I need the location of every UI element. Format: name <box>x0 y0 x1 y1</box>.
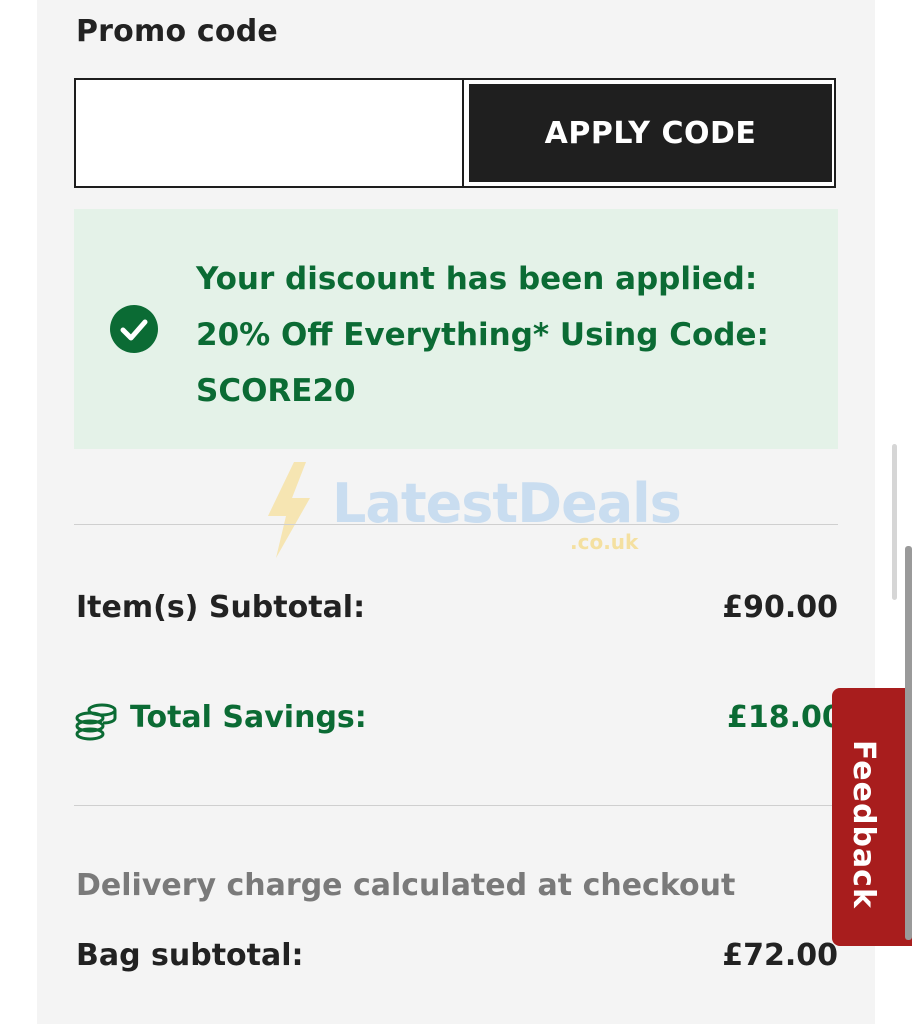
bag-subtotal-label: Bag subtotal: <box>76 938 304 973</box>
discount-message: Your discount has been applied: 20% Off … <box>196 261 769 409</box>
bag-subtotal-value: £72.00 <box>722 938 838 973</box>
check-circle-icon <box>110 305 158 353</box>
discount-applied-banner: Your discount has been applied: 20% Off … <box>74 209 838 449</box>
total-savings-label: Total Savings: <box>130 700 367 735</box>
scrollbar-track[interactable] <box>892 444 897 600</box>
items-subtotal-label: Item(s) Subtotal: <box>76 590 366 625</box>
items-subtotal-value: £90.00 <box>722 590 838 625</box>
scrollbar-thumb[interactable] <box>905 546 912 940</box>
delivery-note: Delivery charge calculated at checkout <box>76 868 736 903</box>
feedback-label: Feedback <box>846 740 881 909</box>
promo-code-label: Promo code <box>76 14 278 49</box>
apply-code-button[interactable]: APPLY CODE <box>469 84 832 182</box>
total-savings-value: £18.00 <box>727 700 843 735</box>
divider <box>74 805 838 806</box>
promo-code-form: APPLY CODE <box>74 78 836 188</box>
checkout-page: Promo code APPLY CODE Your discount has … <box>0 0 912 1024</box>
promo-code-input[interactable] <box>76 80 464 186</box>
feedback-tab[interactable]: Feedback <box>832 688 912 946</box>
divider <box>74 524 838 525</box>
coins-icon <box>75 703 117 741</box>
